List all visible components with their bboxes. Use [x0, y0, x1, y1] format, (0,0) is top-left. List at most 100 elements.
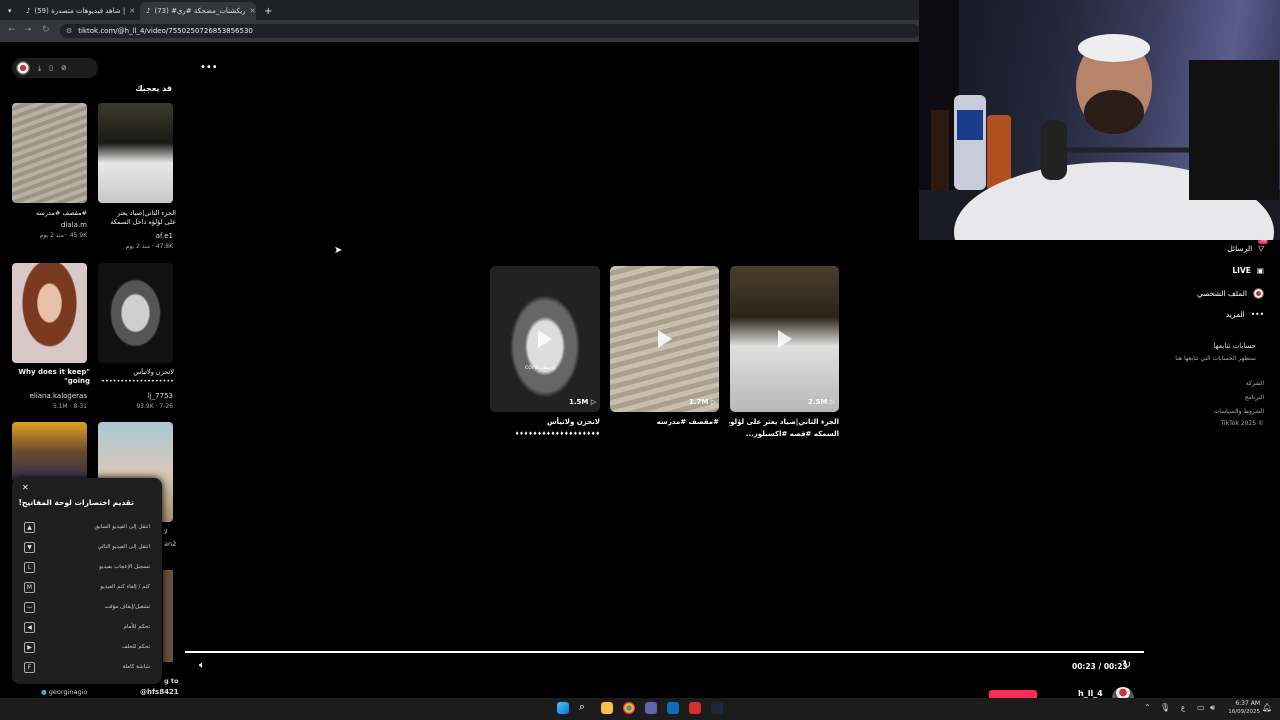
app-icon[interactable]: [689, 702, 701, 714]
item-caption[interactable]: "Why does it keep going": [14, 368, 90, 388]
video-thumb-4[interactable]: [12, 422, 87, 482]
clock-time[interactable]: 6:37 AM: [1226, 700, 1260, 707]
forward-icon[interactable]: →: [24, 25, 32, 35]
progress-bar[interactable]: [185, 651, 1144, 653]
nav-profile[interactable]: الملف الشخصي: [1197, 288, 1264, 299]
new-tab-button[interactable]: +: [258, 2, 274, 20]
download-icon[interactable]: ⤓: [38, 64, 41, 73]
url-field[interactable]: ⚙ tiktok.com/@h_ll_4/video/7550250726853…: [60, 24, 920, 38]
grid-card-1[interactable]: [610, 266, 719, 412]
outlook-icon[interactable]: [667, 702, 679, 714]
video-thumb-3[interactable]: [98, 263, 173, 363]
replay-icon[interactable]: ↻: [1122, 658, 1131, 671]
windows-start-icon[interactable]: [557, 702, 569, 714]
speaker-icon[interactable]: 🔊︎: [1210, 703, 1215, 713]
shortcut-label: كتم / إلغاء كتم الفيديو: [100, 584, 150, 590]
tab-label: (59) شاهد فيديوهات متصدرة |: [34, 7, 126, 15]
live-icon: ▣: [1256, 266, 1264, 275]
video-thumb-1[interactable]: [98, 103, 173, 203]
play-icon[interactable]: [777, 330, 792, 348]
site-info-icon[interactable]: ⚙: [66, 27, 72, 35]
card-caption[interactable]: لاتحزن ولاتيأس: [490, 417, 600, 428]
item-stats: 93.9K · 7-26: [136, 403, 173, 410]
views-text: 1.5M: [569, 398, 589, 406]
item-author[interactable]: af.e1: [156, 232, 173, 240]
back-icon[interactable]: ←: [8, 25, 16, 35]
video-username[interactable]: h_ll_4: [1078, 689, 1103, 698]
nav-messages[interactable]: ▽ 59 الرسائل: [1227, 239, 1268, 253]
footer-link[interactable]: الشركة: [1246, 380, 1264, 387]
phone-icon[interactable]: ▯: [49, 64, 53, 72]
view-count: 1.7M ▷: [689, 398, 716, 406]
mic-icon[interactable]: 🎙︎: [1160, 703, 1170, 712]
compass-icon[interactable]: ⊘: [61, 64, 67, 72]
close-icon[interactable]: ✕: [129, 7, 135, 15]
tab-label: (73) #ريكشنات_مضحكة #ري: [154, 7, 246, 15]
footer-link[interactable]: البرنامج: [1245, 394, 1264, 401]
clock-date[interactable]: 16/09/2025: [1222, 709, 1260, 715]
item-caption[interactable]: #مقصف #مدرسه: [7, 209, 87, 218]
footer-link[interactable]: الشروط والسياسات: [1214, 408, 1264, 415]
close-icon[interactable]: ✕: [22, 483, 29, 492]
key-icon: L: [24, 561, 35, 573]
item-author[interactable]: eliana.kalogeras: [30, 392, 87, 400]
more-icon[interactable]: •••: [200, 62, 218, 73]
follow-button[interactable]: [989, 690, 1037, 698]
card-caption[interactable]: #مقصف #مدرسه: [610, 417, 719, 428]
language-indicator[interactable]: ع: [1181, 704, 1185, 712]
teams-icon[interactable]: [645, 702, 657, 714]
chrome-icon[interactable]: [623, 702, 635, 714]
bottom-author-right[interactable]: @hfs8421: [140, 688, 179, 696]
video-thumb-6[interactable]: [163, 570, 173, 662]
reload-icon[interactable]: ↻: [42, 25, 50, 35]
nav-live[interactable]: ▣ LIVE: [1232, 266, 1264, 275]
tab-menu-icon[interactable]: ▾: [2, 2, 20, 20]
play-icon[interactable]: [657, 330, 672, 348]
shortcut-label: تسجيل الإعجاب بفيديو: [99, 564, 150, 570]
shortcut-label: انتقل إلى الفيديو التالي: [97, 544, 150, 550]
key-icon: ⌴: [24, 601, 35, 613]
play-icon[interactable]: [538, 330, 552, 348]
shortcut-label: شاشة كاملة: [122, 664, 150, 670]
close-icon[interactable]: ✕: [250, 7, 256, 15]
view-count: 2.5M ▷: [808, 398, 835, 406]
item-caption[interactable]: الجزء الثاني|صياد يعثر على لؤلؤه داخل ال…: [104, 209, 176, 227]
bottom-author-left[interactable]: ● georginagio: [41, 688, 87, 696]
tiktok-icon: ♪: [146, 7, 151, 15]
grid-card-0[interactable]: core يوسف: [490, 266, 600, 412]
nav-label: LIVE: [1232, 266, 1251, 275]
view-count: 1.5M ▷: [569, 398, 596, 406]
shortcut-row: ▶ تحكم للخلف: [24, 640, 150, 654]
item-author[interactable]: diala.m: [61, 221, 87, 229]
steam-icon[interactable]: [711, 702, 723, 714]
notification-icon[interactable]: 🔔︎: [1262, 703, 1272, 712]
grid-card-2[interactable]: [730, 266, 839, 412]
play-count-icon: ▷: [710, 398, 717, 406]
video-thumb-2[interactable]: [12, 263, 87, 363]
streamer-image: [919, 0, 1280, 240]
item-stats: 45.9K · منذ 2 يوم: [39, 232, 87, 239]
network-icon[interactable]: ▭: [1197, 703, 1205, 712]
time-display: 00:23 / 00:23: [1072, 662, 1128, 671]
edge-text: an2: [164, 540, 177, 548]
nav-more[interactable]: ••• المزيد: [1226, 310, 1264, 319]
keyboard-shortcuts-popup: ✕ تقديم اختصارات لوحة المفاتيح! ▲ انتقل إ…: [12, 478, 162, 684]
play-count-icon: ▷: [590, 398, 597, 406]
shortcut-row: ▼ انتقل إلى الفيديو التالي: [24, 540, 150, 554]
tab-0[interactable]: ♪ (59) شاهد فيديوهات متصدرة | ✕: [20, 2, 138, 20]
volume-icon[interactable]: 🔈︎: [199, 660, 205, 671]
tab-1[interactable]: ♪ (73) #ريكشنات_مضحكة #ري ✕: [140, 2, 256, 20]
card-caption[interactable]: الجزء الثاني|صياد يعثر على لؤلوه داخل: [729, 417, 839, 428]
tray-chevron-icon[interactable]: ⌃: [1144, 703, 1151, 712]
search-icon[interactable]: ⌕: [579, 700, 591, 713]
shortcut-row: M كتم / إلغاء كتم الفيديو: [24, 580, 150, 594]
shortcut-row: ◀ تحكم للأمام: [24, 620, 150, 634]
file-explorer-icon[interactable]: [601, 702, 613, 714]
verified-icon: ●: [41, 688, 49, 696]
item-caption[interactable]: لاتحزن ولاتيأس ••••••••••••••••••••: [100, 368, 174, 388]
avatar[interactable]: [16, 61, 30, 75]
action-pill: ⤓ ▯ ⊘: [12, 58, 98, 78]
item-author[interactable]: lj_7753: [148, 392, 173, 400]
cursor-icon: ➤: [334, 245, 343, 256]
video-thumb-0[interactable]: [12, 103, 87, 203]
